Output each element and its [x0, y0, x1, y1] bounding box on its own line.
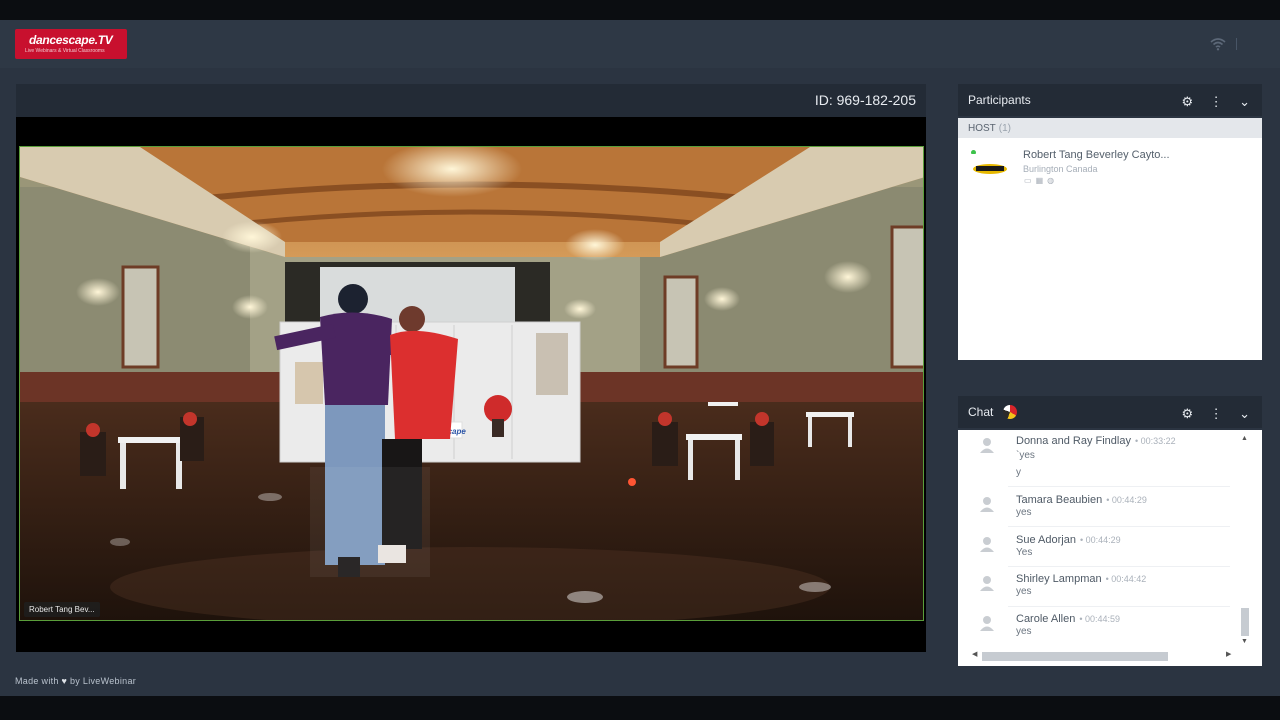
footer-by: by LiveWebinar: [70, 676, 137, 686]
participants-actions: ⚙ ⋮ ⌄: [1170, 93, 1250, 111]
participants-list: HOST (1) Robert Tang Beverley Cayto... Bu…: [958, 118, 1262, 360]
video-stage: ID: 969-182-205 Robert Tang Bev...: [16, 84, 926, 652]
scroll-up-arrow-icon[interactable]: ▲: [1241, 435, 1248, 442]
chat-message: Sue Adorjan • 00:44:29 Yes: [958, 532, 1244, 568]
chevron-down-icon[interactable]: ⌄: [1239, 407, 1250, 421]
footer: Made with ♥ by LiveWebinar: [0, 666, 1280, 696]
scroll-down-arrow-icon[interactable]: ▼: [1241, 638, 1248, 645]
chat-header: Chat ⚙ ⋮ ⌄: [958, 396, 1262, 428]
more-vertical-icon[interactable]: ⋮: [1210, 407, 1223, 421]
chat-message-author: Carole Allen • 00:44:59: [1016, 613, 1120, 625]
chat-message-author: Tamara Beaubien • 00:44:29: [1016, 494, 1147, 506]
divider: [1008, 566, 1230, 567]
participant-avatar: [970, 154, 1010, 184]
scroll-right-arrow-icon[interactable]: ▶: [1226, 650, 1231, 658]
chat-message: Carole Allen • 00:44:59 yes: [958, 611, 1244, 647]
video-container: dancescape: [16, 117, 926, 652]
participant-device-icons: ▭▦◍: [1024, 176, 1058, 185]
chat-message-text: yes: [1016, 626, 1032, 637]
chat-message-text: yes: [1016, 507, 1032, 518]
scroll-left-arrow-icon[interactable]: ◀: [972, 650, 977, 658]
chat-message: Donna and Ray Findlay • 00:33:22 `yes y: [958, 433, 1244, 478]
chevron-down-icon[interactable]: ⌄: [1239, 95, 1250, 109]
stage-area: ID: 969-182-205 Robert Tang Bev...: [0, 68, 942, 666]
user-avatar-icon: [980, 616, 994, 631]
divider: [1008, 606, 1230, 607]
chat-panel: Donna and Ray Findlay • 00:33:22 `yes y T…: [958, 430, 1262, 672]
participant-name: Robert Tang Beverley Cayto...: [1023, 149, 1170, 161]
user-avatar-icon: [980, 497, 994, 512]
chat-message-text: yes: [1016, 586, 1032, 597]
chat-title: Chat: [968, 405, 1018, 419]
chat-message-time: • 00:44:29: [1079, 535, 1121, 545]
webinar-app: dancescape.TV Live Webinars & Virtual Cl…: [0, 20, 1280, 696]
chat-message-time: • 00:44:42: [1105, 574, 1147, 584]
author-name: Sue Adorjan: [1016, 534, 1076, 546]
host-label-text: HOST: [968, 123, 996, 134]
chat-message-list[interactable]: Donna and Ray Findlay • 00:33:22 `yes y T…: [958, 430, 1244, 652]
chat-message-text: y: [1016, 467, 1021, 478]
footer-credit[interactable]: Made with ♥ by LiveWebinar: [15, 676, 136, 686]
time-text: 00:44:42: [1111, 574, 1147, 584]
heart-icon: ♥: [61, 676, 68, 686]
divider: [1236, 38, 1237, 50]
chat-message-author: Sue Adorjan • 00:44:29: [1016, 534, 1121, 546]
chat-title-text: Chat: [968, 405, 994, 419]
chat-message-author: Shirley Lampman • 00:44:42: [1016, 573, 1146, 585]
chat-actions: ⚙ ⋮ ⌄: [1170, 405, 1250, 423]
author-name: Tamara Beaubien: [1016, 494, 1103, 506]
chat-message-text: Yes: [1016, 547, 1033, 558]
brand-logo[interactable]: dancescape.TV Live Webinars & Virtual Cl…: [15, 29, 127, 59]
participants-header: Participants ⚙ ⋮ ⌄: [958, 84, 1262, 116]
chat-emoji-icon[interactable]: [1003, 405, 1018, 419]
divider: [1008, 486, 1230, 487]
sidebar: Participants ⚙ ⋮ ⌄ HOST (1) Robert Tang B…: [942, 68, 1280, 672]
top-bar: dancescape.TV Live Webinars & Virtual Cl…: [0, 20, 1280, 68]
chat-message-time: • 00:33:22: [1134, 436, 1176, 446]
time-text: 00:44:29: [1085, 535, 1121, 545]
stage-header: ID: 969-182-205: [16, 84, 926, 117]
time-text: 00:44:29: [1111, 495, 1147, 505]
participants-title: Participants: [968, 93, 1031, 107]
chat-message: Shirley Lampman • 00:44:42 yes: [958, 571, 1244, 607]
wifi-icon: [1210, 38, 1226, 51]
grid-icon: ▦: [1035, 176, 1048, 185]
participant-location: Burlington Canada: [1023, 164, 1098, 174]
chat-message-author: Donna and Ray Findlay • 00:33:22: [1016, 435, 1176, 447]
host-label: HOST (1): [968, 123, 1011, 134]
horizontal-scrollbar-thumb[interactable]: [982, 652, 1168, 661]
video-participant-label: Robert Tang Bev...: [24, 602, 100, 617]
footer-made-with: Made with: [15, 676, 59, 686]
globe-icon: ◍: [1047, 176, 1059, 185]
more-vertical-icon[interactable]: ⋮: [1210, 95, 1223, 109]
chat-message-text: `yes: [1016, 450, 1035, 461]
time-text: 00:33:22: [1140, 436, 1176, 446]
meeting-id: ID: 969-182-205: [814, 92, 916, 108]
chat-message-time: • 00:44:59: [1079, 614, 1121, 624]
host-group-header[interactable]: HOST (1): [958, 118, 1262, 138]
laptop-icon: ▭: [1024, 176, 1036, 185]
host-count: (1): [998, 123, 1012, 134]
logo-subtitle: Live Webinars & Virtual Classrooms: [25, 48, 105, 54]
ballroom-scene: dancescape: [20, 147, 923, 620]
vertical-scrollbar-thumb[interactable]: [1241, 608, 1249, 636]
video-feed[interactable]: dancescape: [19, 146, 924, 621]
user-avatar-icon: [980, 537, 994, 552]
gear-icon[interactable]: ⚙: [1182, 95, 1194, 109]
time-text: 00:44:59: [1084, 614, 1121, 624]
divider: [1008, 526, 1230, 527]
author-name: Donna and Ray Findlay: [1016, 435, 1131, 447]
user-avatar-icon: [980, 438, 994, 453]
author-name: Carole Allen: [1016, 613, 1076, 625]
participant-item[interactable]: Robert Tang Beverley Cayto... Burlington…: [958, 140, 1262, 185]
user-avatar-icon: [980, 576, 994, 591]
chat-message-time: • 00:44:29: [1106, 495, 1147, 505]
gear-icon[interactable]: ⚙: [1182, 407, 1194, 421]
logo-text: dancescape.TV: [29, 33, 113, 47]
author-name: Shirley Lampman: [1016, 573, 1102, 585]
chat-message: Tamara Beaubien • 00:44:29 yes: [958, 492, 1244, 528]
